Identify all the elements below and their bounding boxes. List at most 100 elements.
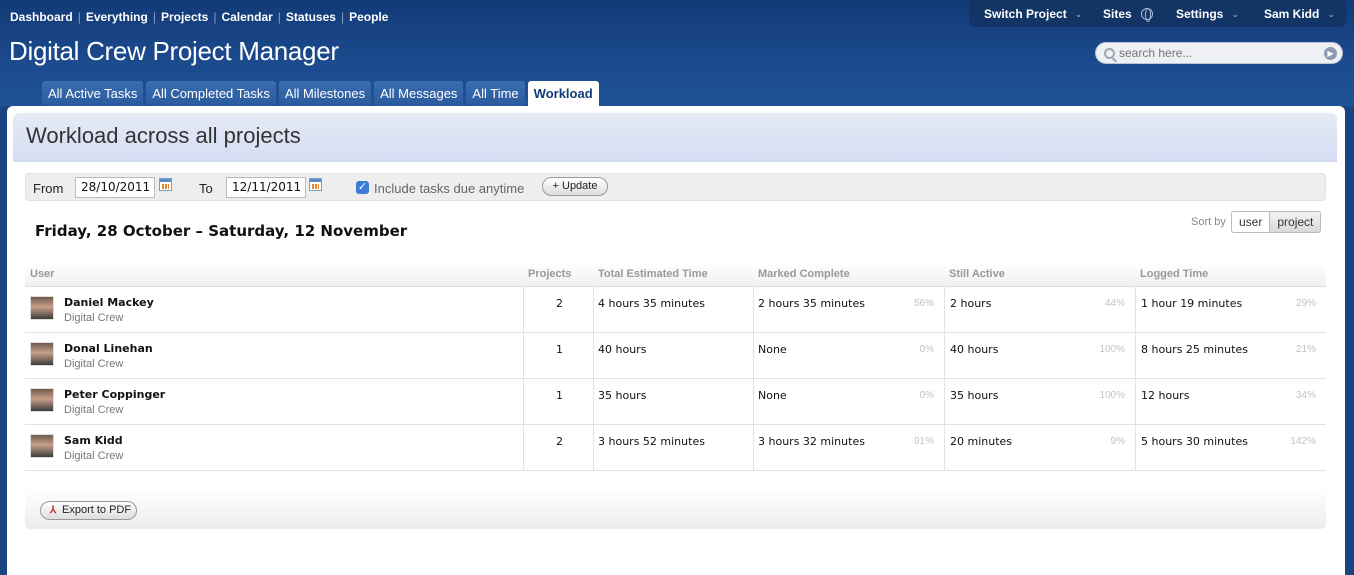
active-cell: 2 hours — [950, 297, 992, 310]
logged-cell: 5 hours 30 minutes — [1141, 435, 1248, 448]
column-divider — [593, 379, 594, 425]
column-divider — [753, 379, 754, 425]
from-date-field[interactable]: 28/10/2011 — [75, 177, 155, 198]
percentage-cell: 56% — [913, 298, 934, 309]
tab-all-time[interactable]: All Time — [466, 81, 525, 106]
column-divider — [753, 287, 754, 333]
header-logged-time[interactable]: Logged Time — [1140, 268, 1208, 280]
nav-projects[interactable]: Projects — [161, 10, 208, 24]
active-cell: 40 hours — [950, 343, 999, 356]
column-divider — [593, 333, 594, 379]
percentage-cell: 34% — [1295, 390, 1316, 401]
header-marked-complete[interactable]: Marked Complete — [758, 268, 850, 280]
header-projects[interactable]: Projects — [528, 268, 571, 280]
percentage-cell: 91% — [913, 436, 934, 447]
projects-cell: 2 — [556, 435, 563, 448]
column-divider — [523, 333, 524, 379]
date-range-heading: Friday, 28 October – Saturday, 12 Novemb… — [35, 222, 408, 240]
column-divider — [944, 379, 945, 425]
percentage-cell: 100% — [1099, 390, 1125, 401]
search-icon — [1104, 47, 1115, 59]
header-total-estimated[interactable]: Total Estimated Time — [598, 268, 708, 280]
nav-everything[interactable]: Everything — [86, 10, 148, 24]
calendar-icon[interactable] — [309, 178, 322, 191]
tab-workload[interactable]: Workload — [527, 81, 599, 106]
search-input[interactable] — [1119, 46, 1319, 60]
user-name[interactable]: Donal Linehan — [64, 342, 153, 355]
column-divider — [523, 287, 524, 333]
globe-icon — [1140, 8, 1153, 22]
user-name[interactable]: Peter Coppinger — [64, 388, 165, 401]
complete-cell: 2 hours 35 minutes — [758, 297, 865, 310]
nav-separator: | — [277, 10, 281, 24]
switch-project-label: Switch Project — [984, 7, 1067, 21]
tab-all-milestones[interactable]: All Milestones — [278, 81, 372, 106]
projects-cell: 1 — [556, 343, 563, 356]
table-row: Peter Coppinger Digital Crew 1 35 hours None… — [25, 379, 1326, 425]
column-divider — [1135, 333, 1136, 379]
page-title: Workload across all projects — [26, 123, 301, 148]
nav-dashboard[interactable]: Dashboard — [10, 10, 73, 24]
sites-menu[interactable]: Sites — [1103, 7, 1153, 22]
settings-menu[interactable]: Settings ⌄ — [1176, 7, 1239, 21]
column-divider — [523, 425, 524, 471]
column-divider — [593, 287, 594, 333]
nav-separator: | — [213, 10, 217, 24]
complete-cell: 3 hours 32 minutes — [758, 435, 865, 448]
user-name[interactable]: Sam Kidd — [64, 434, 123, 447]
avatar — [30, 434, 54, 458]
include-anytime-checkbox[interactable]: ✓ — [356, 181, 369, 194]
table-footer: ⅄ Export to PDF — [25, 489, 1326, 529]
percentage-cell: 44% — [1104, 298, 1125, 309]
total-cell: 3 hours 52 minutes — [598, 435, 705, 448]
chevron-down-icon: ⌄ — [1231, 8, 1239, 19]
header-user[interactable]: User — [30, 268, 54, 280]
percentage-cell: 100% — [1099, 344, 1125, 355]
filter-bar: From 28/10/2011 To 12/11/2011 ✓ Include … — [25, 173, 1326, 201]
percentage-cell: 142% — [1290, 436, 1316, 447]
sort-by-project-button[interactable]: project — [1270, 212, 1321, 232]
search-go-icon[interactable]: ▶ — [1324, 47, 1337, 60]
tab-all-completed-tasks[interactable]: All Completed Tasks — [146, 81, 276, 106]
percentage-cell: 0% — [919, 344, 934, 355]
search-box: ▶ — [1095, 42, 1343, 64]
main-panel: Workload across all projects From 28/10/… — [7, 106, 1345, 575]
update-button[interactable]: + Update — [542, 177, 608, 196]
sort-label: Sort by — [1191, 216, 1226, 228]
user-company: Digital Crew — [64, 312, 124, 324]
sort-by-user-button[interactable]: user — [1232, 212, 1271, 232]
user-menu[interactable]: Sam Kidd ⌄ — [1264, 7, 1335, 21]
table-row: Daniel Mackey Digital Crew 2 4 hours 35 min… — [25, 287, 1326, 333]
column-divider — [593, 425, 594, 471]
avatar — [30, 296, 54, 320]
total-cell: 4 hours 35 minutes — [598, 297, 705, 310]
export-pdf-button[interactable]: ⅄ Export to PDF — [40, 501, 137, 520]
table-header: User Projects Total Estimated Time Marke… — [25, 263, 1326, 287]
table-row: Sam Kidd Digital Crew 2 3 hours 52 minutes 3… — [25, 425, 1326, 471]
user-company: Digital Crew — [64, 358, 124, 370]
nav-people[interactable]: People — [349, 10, 388, 24]
sites-label: Sites — [1103, 7, 1132, 21]
switch-project-menu[interactable]: Switch Project ⌄ — [984, 7, 1082, 21]
column-divider — [753, 425, 754, 471]
column-divider — [944, 425, 945, 471]
nav-statuses[interactable]: Statuses — [286, 10, 336, 24]
user-name[interactable]: Daniel Mackey — [64, 296, 154, 309]
user-company: Digital Crew — [64, 404, 124, 416]
total-cell: 40 hours — [598, 343, 647, 356]
from-label: From — [33, 181, 64, 196]
complete-cell: None — [758, 389, 787, 402]
percentage-cell: 9% — [1110, 436, 1125, 447]
tab-all-messages[interactable]: All Messages — [374, 81, 464, 106]
logged-cell: 1 hour 19 minutes — [1141, 297, 1243, 310]
tab-all-active-tasks[interactable]: All Active Tasks — [42, 81, 144, 106]
column-divider — [753, 333, 754, 379]
nav-separator: | — [340, 10, 345, 24]
nav-calendar[interactable]: Calendar — [221, 10, 272, 24]
account-bar: Switch Project ⌄ Sites Settings ⌄ Sam Kidd… — [969, 0, 1346, 27]
percentage-cell: 21% — [1295, 344, 1316, 355]
to-date-field[interactable]: 12/11/2011 — [226, 177, 306, 198]
chevron-down-icon: ⌄ — [1074, 8, 1083, 19]
calendar-icon[interactable] — [159, 178, 172, 191]
header-still-active[interactable]: Still Active — [949, 268, 1005, 280]
